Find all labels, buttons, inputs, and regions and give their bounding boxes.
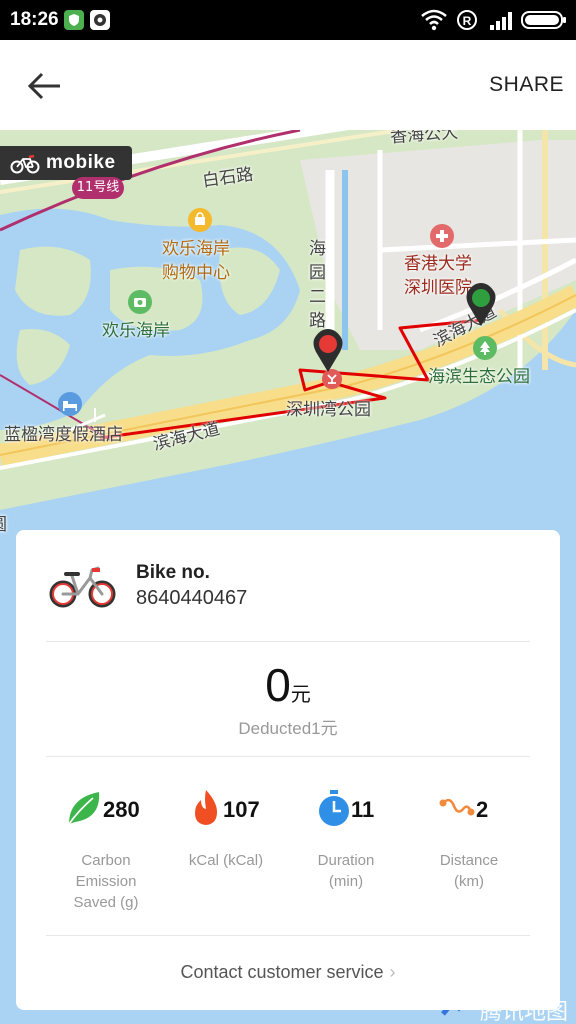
- mobike-brand-badge: mobike: [0, 146, 132, 180]
- charged-amount: 0元: [16, 658, 560, 712]
- shield-icon: [64, 10, 84, 30]
- stat-carbon-label-line: Emission: [75, 873, 137, 890]
- map-label-mall-2[interactable]: 购物中心: [162, 258, 230, 283]
- battery-icon: [521, 11, 566, 29]
- brand-name: mobike: [46, 152, 116, 173]
- tree-icon[interactable]: [473, 336, 497, 360]
- deducted-text: Deducted1: [238, 719, 321, 738]
- end-location-pin-icon[interactable]: [464, 282, 498, 328]
- stat-carbon-label: Carbon Emission Saved (g): [41, 850, 171, 913]
- map-label-hotel[interactable]: 蓝楹湾度假酒店: [4, 420, 123, 445]
- map-label-haiyuan-1: 海: [309, 239, 326, 259]
- map-label-hospital-1[interactable]: 香港大学: [404, 249, 472, 274]
- wifi-icon: [421, 9, 447, 31]
- stat-carbon-label-line: Carbon: [81, 852, 131, 869]
- contact-customer-service-link[interactable]: Contact customer service ›: [16, 962, 560, 983]
- leaf-icon: [68, 792, 100, 825]
- stat-duration-label-line: (min): [328, 873, 364, 890]
- start-location-pin-icon[interactable]: [311, 328, 345, 374]
- map-label-haiyuan-3: 二: [309, 287, 326, 307]
- charged-amount-unit: 元: [290, 682, 311, 706]
- stat-carbon-label-line: Saved (g): [73, 894, 139, 911]
- route-icon: [439, 798, 475, 816]
- deducted-unit: 元: [320, 719, 338, 739]
- registered-icon: R: [457, 10, 477, 30]
- bed-icon[interactable]: [58, 392, 82, 416]
- back-button[interactable]: [22, 66, 66, 106]
- bicycle-icon: [10, 154, 40, 174]
- stat-carbon-value: 280: [103, 797, 140, 822]
- stat-duration-value: 11: [351, 797, 375, 822]
- bike-number-label: Bike no.: [136, 562, 210, 583]
- trip-summary-card: Bike no. 8640440467 0元 Deducted1元 280 Ca…: [16, 530, 560, 1010]
- stat-duration-label: Duration (min): [281, 850, 411, 892]
- hospital-icon[interactable]: [430, 224, 454, 248]
- contact-customer-service-label: Contact customer service: [180, 962, 384, 982]
- divider: [46, 641, 530, 642]
- divider: [46, 756, 530, 757]
- app-icon: [90, 10, 110, 30]
- app-bar: SHARE: [0, 40, 576, 130]
- svg-text:R: R: [463, 14, 472, 28]
- metro-line-badge: 11号线: [72, 177, 124, 199]
- map-label-edge: 圆: [0, 510, 7, 535]
- signal-icon: [490, 12, 512, 30]
- chevron-right-icon: ›: [389, 962, 396, 982]
- stat-calories-label-line: kCal (kCal): [188, 852, 264, 869]
- shopping-bag-icon[interactable]: [188, 208, 212, 232]
- map-label-haiyuan-2: 园: [309, 263, 326, 283]
- stat-distance-label: Distance (km): [404, 850, 534, 892]
- bike-number-value: 8640440467: [136, 587, 248, 609]
- camera-icon[interactable]: [128, 290, 152, 314]
- map-label-mall-1[interactable]: 欢乐海岸: [162, 234, 230, 259]
- deducted-note: Deducted1元: [16, 714, 560, 739]
- charged-amount-value: 0: [265, 659, 291, 711]
- stat-distance-value: 2: [476, 797, 489, 822]
- stat-distance-label-line: Distance: [439, 852, 499, 869]
- map-label-eco-park[interactable]: 海滨生态公园: [428, 362, 530, 387]
- status-time: 18:26: [10, 9, 59, 30]
- stat-distance-label-line: (km): [454, 873, 484, 890]
- stat-duration-label-line: Duration: [317, 852, 375, 869]
- map-label-happy-coast[interactable]: 欢乐海岸: [102, 316, 170, 341]
- status-bar: 18:26 R: [0, 0, 576, 40]
- bicycle-icon: [49, 566, 116, 608]
- stopwatch-icon: [319, 790, 349, 826]
- stat-calories-value: 107: [223, 797, 260, 822]
- map-label-hospital-2[interactable]: 深圳医院: [404, 273, 472, 298]
- map-label-bay-park[interactable]: 深圳湾公园: [286, 395, 371, 420]
- divider: [46, 935, 530, 936]
- share-button[interactable]: SHARE: [489, 73, 564, 97]
- flame-icon: [195, 790, 217, 825]
- arrow-left-icon: [27, 72, 60, 100]
- stat-calories-label: kCal (kCal): [161, 850, 291, 871]
